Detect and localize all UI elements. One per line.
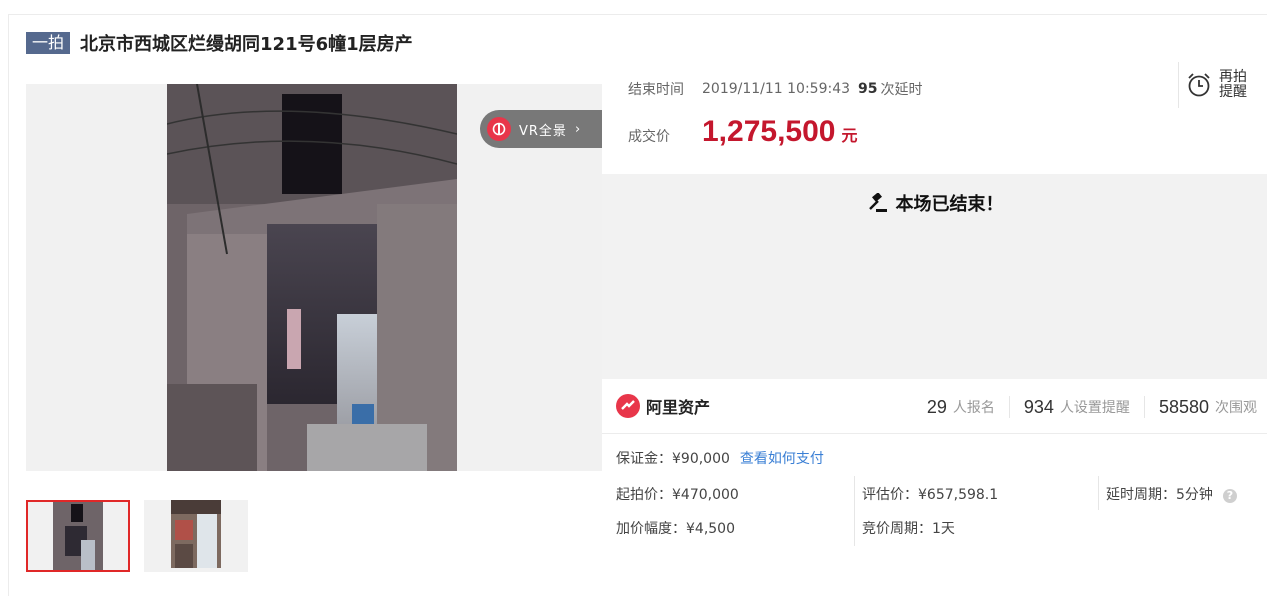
alarm-clock-icon <box>1188 73 1210 97</box>
start-price: 起拍价：¥470,000 <box>616 487 739 503</box>
end-time-value: 2019/11/11 10:59:43 <box>702 81 851 97</box>
reminder-count: 934 <box>1023 396 1054 417</box>
auction-stats-bar: 阿里资产 29 人报名 934 人设置提醒 58580 次围观 <box>602 380 1267 434</box>
thumbnail-strip <box>26 500 262 572</box>
final-price-row: 成交价 1,275,500 元 <box>628 115 857 149</box>
delay-count: 95 <box>858 81 878 97</box>
end-time-label: 结束时间 <box>628 82 684 98</box>
auction-status-panel: 本场已结束！ <box>602 174 1267 379</box>
deposit-text: 保证金：¥90,000 <box>616 451 730 467</box>
bidding-period: 竞价周期：1天 <box>862 521 955 537</box>
divider <box>854 476 855 546</box>
view-count: 58580 <box>1158 396 1209 417</box>
bid-increment: 加价幅度：¥4,500 <box>616 521 735 537</box>
auction-ended-text: 本场已结束！ <box>895 194 1004 215</box>
stats-counters: 29 人报名 934 人设置提醒 58580 次围观 <box>927 396 1257 418</box>
thumbnail-2-image <box>171 500 221 568</box>
remind-label-line2: 提醒 <box>1219 84 1247 100</box>
payment-help-link[interactable]: 查看如何支付 <box>740 451 824 467</box>
signup-label: 人报名 <box>952 400 995 416</box>
auction-round-tag: 一拍 <box>26 32 71 54</box>
remind-button[interactable]: 再拍 提醒 <box>1178 62 1267 108</box>
deposit-row: 保证金：¥90,000 查看如何支付 <box>616 448 824 468</box>
delay-period: 延时周期：5分钟 <box>1106 487 1213 503</box>
remind-label-line1: 再拍 <box>1219 69 1247 85</box>
ali-assets-label: 阿里资产 <box>646 398 711 417</box>
gavel-icon <box>868 193 887 212</box>
signup-count: 29 <box>926 396 947 417</box>
reminder-label: 人设置提醒 <box>1059 400 1130 416</box>
vr-tour-button[interactable]: VR全景 › <box>480 110 602 148</box>
ali-assets-logo-icon <box>616 394 640 418</box>
delay-period-row: 延时周期：5分钟? <box>1106 484 1237 504</box>
divider <box>1098 476 1099 510</box>
appraisal-price: 评估价：¥657,598.1 <box>862 487 999 503</box>
divider <box>1008 396 1010 418</box>
auction-ended-notice: 本场已结束！ <box>602 190 1267 216</box>
help-icon[interactable]: ? <box>1222 489 1237 503</box>
final-price-value: 1,275,500 <box>702 115 836 148</box>
main-photo-viewer[interactable]: VR全景 › <box>26 84 602 471</box>
thumbnail-2[interactable] <box>144 500 248 572</box>
ali-assets-brand[interactable]: 阿里资产 <box>616 394 710 418</box>
final-price-unit: 元 <box>841 126 858 145</box>
final-price-label: 成交价 <box>628 129 670 145</box>
listing-header: 一拍 北京市西城区烂缦胡同121号6幢1层房产 <box>26 30 413 56</box>
vr-icon <box>487 117 511 141</box>
chevron-right-icon: › <box>574 121 581 137</box>
end-time-row: 结束时间 2019/11/11 10:59:43 95 次延时 <box>628 79 923 99</box>
delay-suffix: 次延时 <box>880 82 923 98</box>
view-label: 次围观 <box>1215 400 1257 416</box>
listing-title: 北京市西城区烂缦胡同121号6幢1层房产 <box>80 34 413 55</box>
main-photo <box>167 84 457 471</box>
thumbnail-1[interactable] <box>26 500 130 572</box>
vr-tour-label: VR全景 <box>519 123 567 139</box>
thumbnail-1-image <box>53 502 103 570</box>
divider <box>1143 396 1145 418</box>
